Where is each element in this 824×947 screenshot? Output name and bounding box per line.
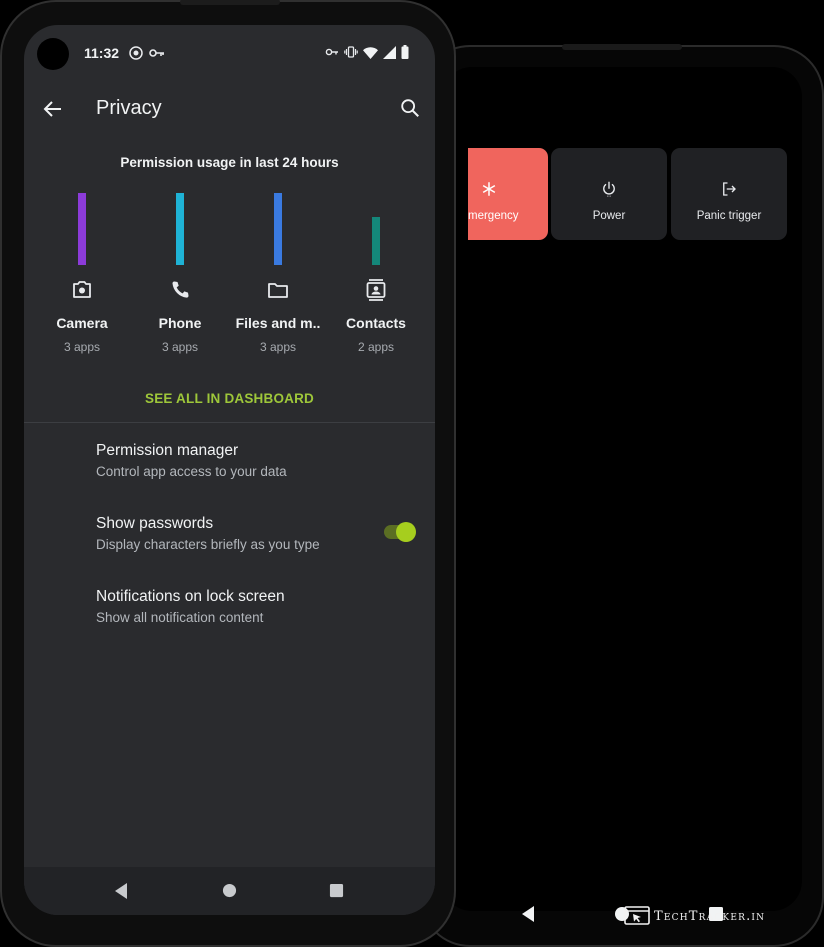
key-icon: [149, 49, 164, 57]
status-bar: 11:32: [24, 25, 435, 83]
permission-name: Files and m..: [235, 315, 321, 331]
wifi-icon: [363, 46, 378, 59]
battery-icon: [401, 45, 409, 59]
setting-show-passwords[interactable]: Show passwords Display characters briefl…: [96, 515, 366, 552]
app-notification-icon: [129, 46, 143, 60]
page-title: Privacy: [96, 97, 162, 119]
background-phone: mergency Power Panic trigger: [420, 44, 824, 947]
search-icon[interactable]: [399, 97, 421, 119]
permission-count: 3 apps: [259, 340, 297, 354]
privacy-screen: 11:32 Privacy Permission usage in last 2…: [24, 25, 435, 915]
permission-files-and-media[interactable]: Files and m.. 3 apps: [228, 278, 328, 354]
see-all-dashboard-link[interactable]: SEE ALL IN DASHBOARD: [24, 391, 435, 406]
usage-bar-camera: [78, 193, 86, 265]
setting-title: Permission manager: [96, 442, 239, 459]
permission-name: Camera: [56, 315, 108, 331]
app-bar: Privacy: [24, 85, 435, 133]
status-notification-icons: [129, 46, 165, 60]
camera-icon: [73, 281, 91, 298]
tile-label: Panic trigger: [696, 210, 762, 222]
cell-signal-icon: [383, 45, 396, 59]
watermark-text: TechTracker.in: [654, 908, 766, 924]
section-divider: [24, 422, 435, 423]
logout-icon: [723, 182, 736, 196]
back-arrow-icon[interactable]: [41, 97, 65, 121]
setting-title: Notifications on lock screen: [96, 588, 285, 605]
folder-icon: [268, 283, 288, 298]
status-system-icons: [325, 45, 409, 59]
nav-recents-icon[interactable]: [329, 883, 344, 898]
nav-back-icon[interactable]: [520, 905, 536, 923]
setting-subtitle: Control app access to your data: [96, 464, 287, 479]
phone-notch: [562, 44, 682, 50]
browser-cursor-icon: [624, 906, 650, 925]
show-passwords-toggle[interactable]: [382, 521, 418, 543]
usage-bar-chart: [24, 191, 435, 267]
permission-count: 3 apps: [161, 340, 199, 354]
usage-section-title: Permission usage in last 24 hours: [120, 155, 339, 170]
status-time: 11:32: [84, 45, 120, 61]
usage-bar-contacts: [372, 217, 380, 265]
asterisk-icon: [482, 182, 496, 196]
power-tile[interactable]: Power: [551, 148, 667, 240]
setting-title: Show passwords: [96, 515, 214, 532]
usage-bar-folder: [274, 193, 282, 265]
nav-back-icon[interactable]: [113, 882, 129, 900]
permission-count: 3 apps: [63, 340, 101, 354]
usage-bar-phone: [176, 193, 184, 265]
usage-chart-svg: [78, 193, 380, 265]
permission-phone[interactable]: Phone 3 apps: [130, 278, 230, 354]
phone-icon: [172, 281, 189, 298]
permission-contacts[interactable]: Contacts 2 apps: [326, 278, 426, 354]
vpn-key-icon: [325, 48, 338, 56]
permission-camera[interactable]: Camera 3 apps: [32, 278, 132, 354]
panic-trigger-tile[interactable]: Panic trigger: [671, 148, 787, 240]
setting-notifications-lock-screen[interactable]: Notifications on lock screen Show all no…: [96, 588, 416, 625]
power-icon: [603, 181, 615, 197]
site-watermark: TechTracker.in: [624, 906, 765, 926]
setting-subtitle: Display characters briefly as you type: [96, 537, 320, 552]
navigation-bar: [24, 867, 435, 915]
toggle-thumb: [396, 522, 416, 542]
tile-label: mergency: [468, 210, 519, 222]
emergency-tile[interactable]: mergency: [468, 148, 548, 240]
tile-label: Power: [592, 210, 626, 222]
permission-name: Contacts: [346, 315, 406, 331]
foreground-phone: 11:32 Privacy Permission usage in last 2…: [0, 0, 456, 947]
vibrate-icon: [344, 46, 358, 58]
permission-name: Phone: [158, 315, 202, 331]
power-menu-screen: mergency Power Panic trigger: [442, 67, 802, 922]
setting-permission-manager[interactable]: Permission manager Control app access to…: [96, 442, 416, 479]
contacts-icon: [366, 279, 386, 301]
setting-subtitle: Show all notification content: [96, 610, 264, 625]
nav-home-icon[interactable]: [222, 883, 237, 898]
permission-count: 2 apps: [357, 340, 395, 354]
phone-notch: [180, 0, 280, 5]
